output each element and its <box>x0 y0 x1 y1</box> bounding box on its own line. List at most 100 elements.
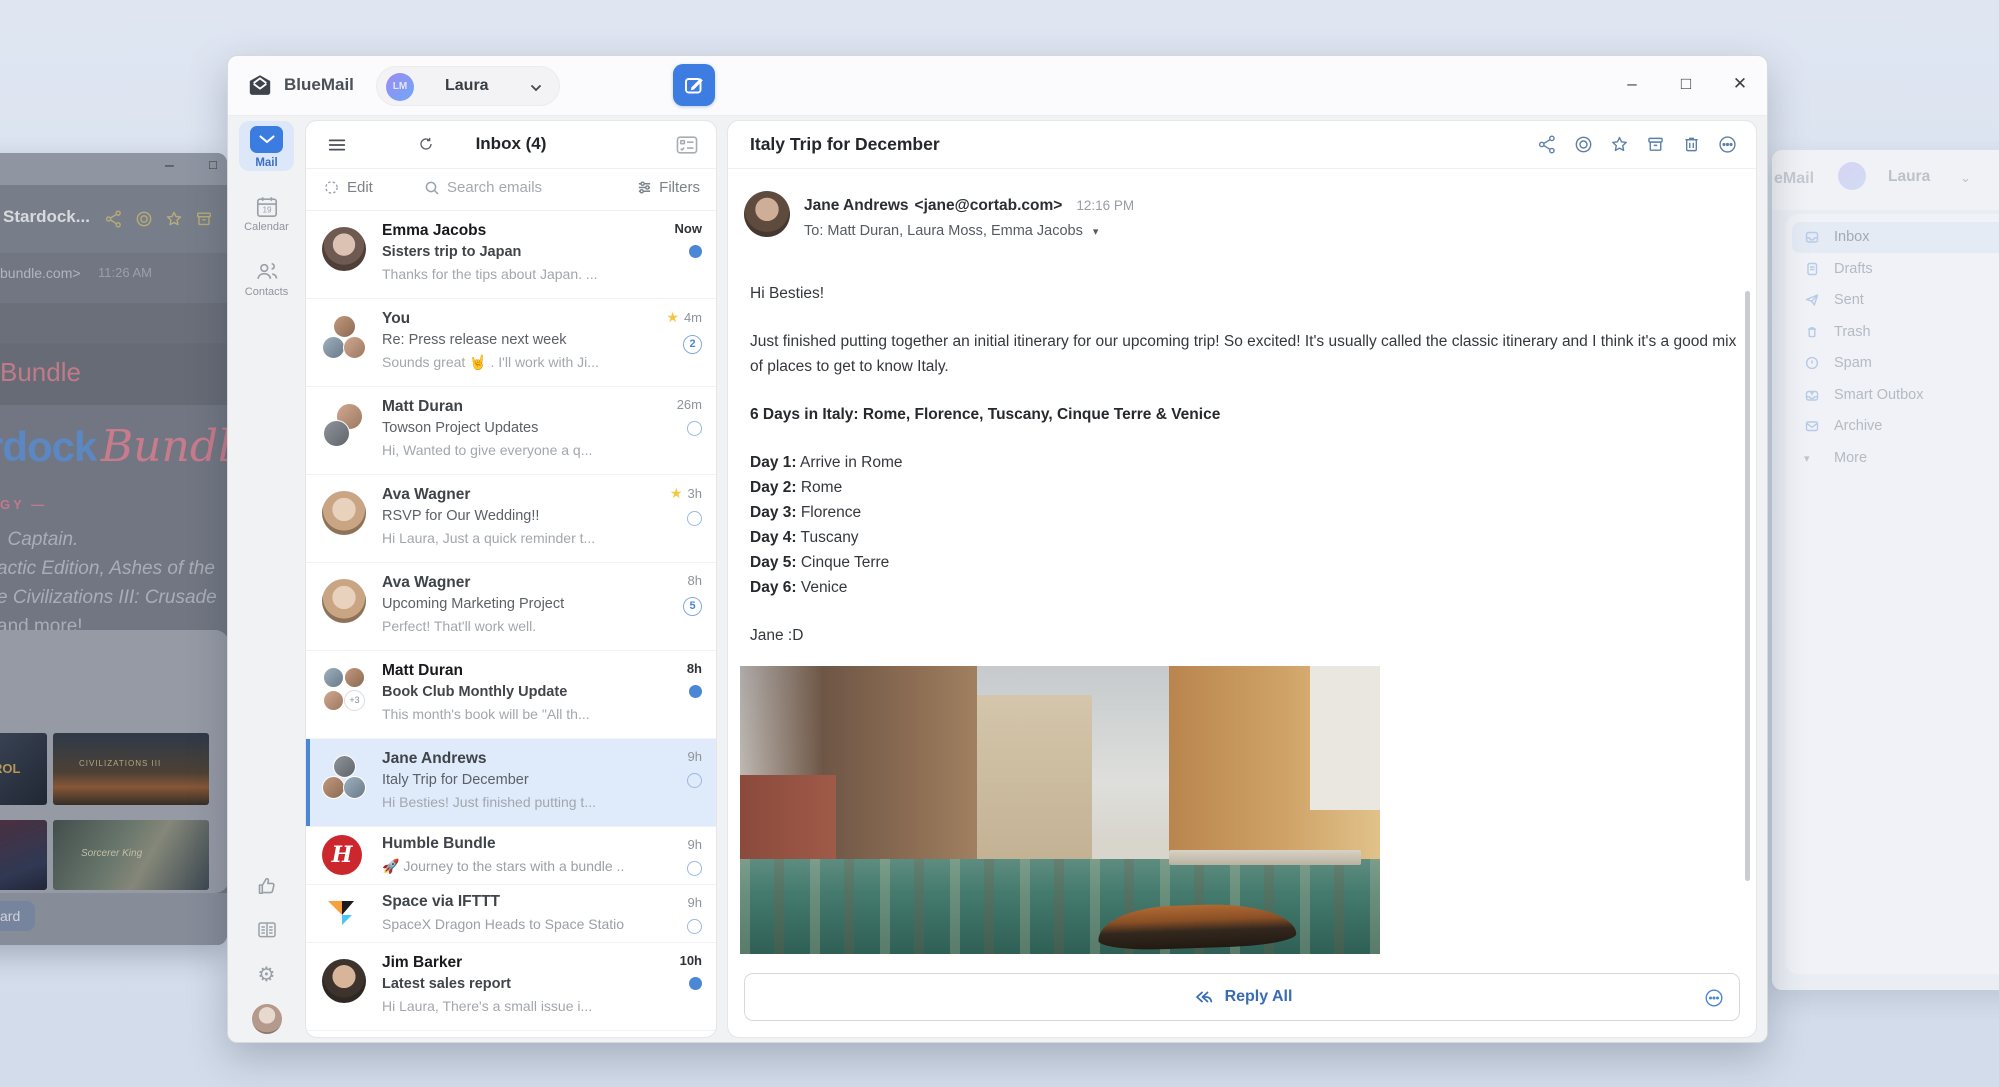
background-window-right[interactable]: eMail Laura ⌄ Inbox4Drafts2SentTrashSpam… <box>1772 150 1999 990</box>
reading-list-button[interactable] <box>239 918 294 942</box>
maximize-icon[interactable]: □ <box>209 157 217 172</box>
game-thumbnail[interactable]: Sorcerer King <box>53 820 209 890</box>
minimize-button[interactable]: – <box>1605 58 1659 110</box>
edit-button[interactable]: Edit <box>324 179 373 196</box>
archive-icon[interactable] <box>194 209 214 229</box>
read-ring[interactable] <box>687 511 702 526</box>
email-preview: Hi Laura, There's a small issue i... <box>382 998 632 1014</box>
email-photo-venice[interactable] <box>740 666 1380 954</box>
star-icon[interactable] <box>164 209 184 229</box>
email-list-item[interactable]: YouRe: Press release next weekSounds gre… <box>306 299 716 387</box>
folder-label: Archive <box>1834 418 1882 434</box>
folder-item-trash[interactable]: Trash <box>1792 317 1999 348</box>
close-button[interactable]: ✕ <box>1713 58 1767 110</box>
status-circle-icon[interactable] <box>1573 134 1594 155</box>
email-sender: Jim Barker <box>382 954 624 972</box>
feedback-button[interactable] <box>239 874 294 898</box>
game-thumb-text: CIVILIZATIONS III <box>79 759 161 768</box>
sidebar-item-mail[interactable]: Mail <box>239 121 294 171</box>
game-thumbnail[interactable]: CIVILIZATIONS III <box>53 733 209 805</box>
scrollbar[interactable] <box>1745 291 1750 881</box>
folder-item-spam[interactable]: Spam <box>1792 348 1999 379</box>
email-list-item[interactable]: HHumble Bundle🚀 Journey to the stars wit… <box>306 827 716 885</box>
email-time: 26m <box>677 397 702 412</box>
profile-button[interactable] <box>239 1004 294 1034</box>
sender-email: <jane@cortab.com> <box>915 197 1063 214</box>
card-view-icon[interactable] <box>674 132 700 158</box>
folder-item-sent[interactable]: Sent <box>1792 285 1999 316</box>
email-list-item[interactable]: Emma JacobsSisters trip to JapanThanks f… <box>306 211 716 299</box>
bg-left-logo-pink: Bundle <box>101 421 227 472</box>
sidebar-item-calendar[interactable]: 19 Calendar <box>239 194 294 233</box>
sent-time: 12:16 PM <box>1076 198 1134 213</box>
email-list-pane: Inbox (4) Edit Search emails Filters Emm… <box>305 120 717 1038</box>
account-switcher[interactable]: LM Laura <box>376 66 560 106</box>
game-thumbnail[interactable] <box>0 820 47 890</box>
read-ring[interactable] <box>687 861 702 876</box>
folder-label: Smart Outbox <box>1834 387 1923 403</box>
search-input[interactable]: Search emails <box>424 179 542 196</box>
sent-icon <box>1804 292 1820 308</box>
email-list-item[interactable]: Matt DuranTowson Project UpdatesHi, Want… <box>306 387 716 475</box>
email-subject-title: Italy Trip for December <box>750 134 940 155</box>
share-icon[interactable] <box>1537 134 1558 155</box>
trash-icon <box>1804 324 1820 340</box>
folder-item-archive[interactable]: Archive <box>1792 411 1999 442</box>
thread-count-badge[interactable]: 5 <box>683 597 702 616</box>
email-list-item[interactable]: Jim Barker Latest sales report Hi Laura, T… <box>306 943 716 1031</box>
caret-down-icon[interactable]: ▾ <box>1093 226 1099 238</box>
maximize-button[interactable]: □ <box>1659 58 1713 110</box>
read-ring[interactable] <box>687 919 702 934</box>
folder-item-drafts[interactable]: Drafts2 <box>1792 254 1999 285</box>
minimize-icon[interactable]: – <box>165 157 174 175</box>
star-icon[interactable]: ★ <box>666 309 679 325</box>
thread-count-badge[interactable]: 2 <box>683 335 702 354</box>
itinerary-day: Day 3: Florence <box>750 500 1738 525</box>
email-list-item[interactable]: Ava WagnerRSVP for Our Wedding!!Hi Laura… <box>306 475 716 563</box>
read-ring[interactable] <box>687 773 702 788</box>
body-greeting: Hi Besties! <box>750 281 1738 306</box>
sidebar-item-contacts[interactable]: Contacts <box>239 259 294 298</box>
email-preview: Hi, Wanted to give everyone a q... <box>382 442 632 458</box>
email-list-item[interactable]: Ava WagnerUpcoming Marketing ProjectPerf… <box>306 563 716 651</box>
unread-dot[interactable] <box>689 977 702 990</box>
bg-right-account-name[interactable]: Laura <box>1888 168 1930 186</box>
email-subject: Latest sales report <box>382 976 624 992</box>
recipients-line[interactable]: To: Matt Duran, Laura Moss, Emma Jacobs▾ <box>804 223 1098 239</box>
folder-item-inbox[interactable]: Inbox4 <box>1792 222 1999 253</box>
email-sender: Jane Andrews <box>382 750 624 768</box>
avatar <box>322 491 366 535</box>
background-window-left[interactable]: – □ Stardock... bundle.com> 11:26 AM Bun… <box>0 153 227 945</box>
folder-item-more[interactable]: ▾More⊕ <box>1792 443 1999 474</box>
folder-item-smart-outbox[interactable]: Smart Outbox7 <box>1792 380 1999 411</box>
unread-dot[interactable] <box>689 685 702 698</box>
star-icon[interactable]: ★ <box>670 485 683 501</box>
settings-button[interactable]: ⚙ <box>239 962 294 986</box>
reply-all-button[interactable]: Reply All <box>744 973 1740 1021</box>
sender-avatar[interactable] <box>744 191 790 237</box>
more-icon[interactable] <box>1703 987 1725 1009</box>
compose-button[interactable] <box>673 64 715 106</box>
email-list-item[interactable]: +3Matt DuranBook Club Monthly UpdateThis… <box>306 651 716 739</box>
sidebar-item-label: Mail <box>239 157 294 169</box>
archive-icon[interactable] <box>1645 134 1666 155</box>
email-list-item[interactable]: Jane AndrewsItaly Trip for DecemberHi Be… <box>306 739 716 827</box>
filters-button[interactable]: Filters <box>637 179 700 196</box>
bluemail-logo-icon <box>246 72 274 100</box>
email-subject: Book Club Monthly Update <box>382 684 624 700</box>
star-icon[interactable] <box>1609 134 1630 155</box>
share-icon[interactable] <box>104 209 124 229</box>
folder-label: Sent <box>1834 292 1864 308</box>
game-thumbnail[interactable]: ROL <box>0 733 47 805</box>
more-icon[interactable] <box>1717 134 1738 155</box>
chevron-down-icon[interactable]: ⌄ <box>1960 170 1971 186</box>
unread-dot[interactable] <box>689 245 702 258</box>
email-list-item[interactable]: Space via IFTTTSpaceX Dragon Heads to Sp… <box>306 885 716 943</box>
smart-outbox-icon <box>1804 387 1820 403</box>
status-circle-icon[interactable] <box>134 209 154 229</box>
body-signoff: Jane :D <box>750 623 1738 648</box>
trash-icon[interactable] <box>1681 134 1702 155</box>
bg-left-button[interactable]: ard <box>0 901 35 931</box>
game-thumb-text: Sorcerer King <box>81 848 142 859</box>
read-ring[interactable] <box>687 421 702 436</box>
